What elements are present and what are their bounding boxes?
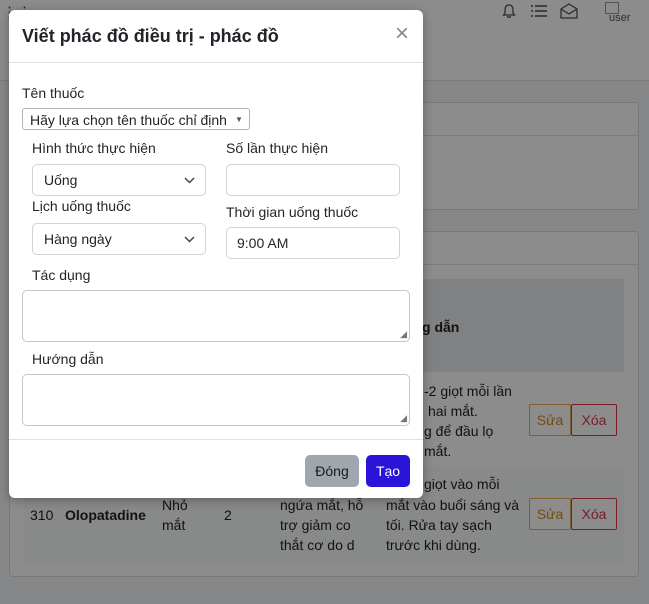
close-button[interactable]: Đóng (305, 455, 359, 487)
method-label: Hình thức thực hiện (32, 140, 156, 156)
modal-footer: Đóng Tạo (9, 439, 423, 499)
schedule-select[interactable]: Hàng ngày (32, 223, 206, 255)
method-select[interactable]: Uống (32, 164, 206, 196)
chevron-down-icon (184, 165, 195, 206)
chevron-down-icon (184, 224, 195, 265)
guide-textarea[interactable]: ◢ (22, 374, 410, 426)
prescription-modal: Viết phác đồ điều trị - phác đồ × Tên th… (9, 10, 423, 498)
close-icon[interactable]: × (391, 22, 413, 46)
modal-title: Viết phác đồ điều trị - phác đồ (22, 26, 279, 46)
drug-name-select[interactable]: Hãy lựa chọn tên thuốc chỉ định ▼ (22, 108, 250, 130)
effect-textarea[interactable]: ◢ (22, 290, 410, 342)
modal-header: Viết phác đồ điều trị - phác đồ × (9, 10, 423, 63)
time-input[interactable]: 9:00 AM (226, 227, 400, 259)
guide-label: Hướng dẫn (32, 351, 104, 367)
effect-label: Tác dụng (32, 267, 91, 283)
resize-grip-icon[interactable]: ◢ (400, 329, 407, 340)
schedule-label: Lịch uống thuốc (32, 198, 131, 214)
resize-grip-icon[interactable]: ◢ (400, 413, 407, 424)
create-button[interactable]: Tạo (366, 455, 410, 487)
times-input[interactable] (226, 164, 400, 196)
caret-down-icon: ▼ (235, 115, 243, 124)
drug-name-label: Tên thuốc (22, 85, 85, 101)
times-label: Số lần thực hiện (226, 140, 328, 156)
time-label: Thời gian uống thuốc (226, 204, 359, 220)
